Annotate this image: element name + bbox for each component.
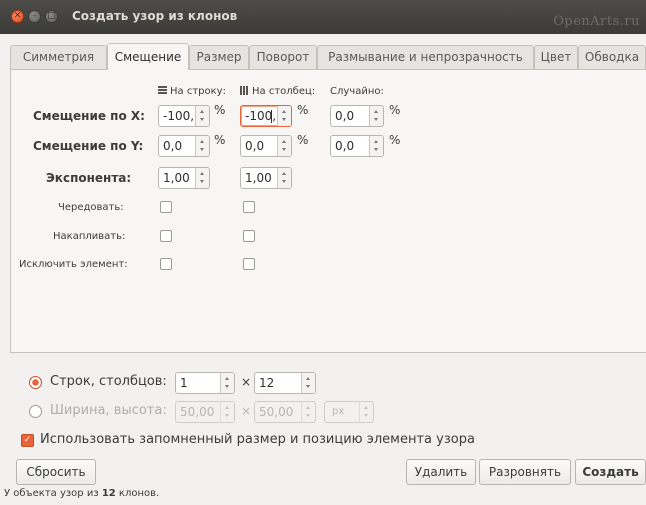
columns-icon <box>240 86 249 95</box>
tab-stroke[interactable]: Обводка <box>578 45 646 69</box>
percent-sign: % <box>297 133 309 147</box>
shift-x-label: Смещение по X: <box>33 109 145 123</box>
percent-sign: % <box>389 103 401 117</box>
exponent-per-row-spinner[interactable]: 1,00 <box>158 167 210 189</box>
window-title: Создать узор из клонов <box>72 9 238 23</box>
alternate-label: Чередовать: <box>58 202 124 213</box>
percent-sign: % <box>214 133 226 147</box>
accumulate-per-row-checkbox[interactable] <box>160 230 172 242</box>
spin-arrows-icon[interactable] <box>277 168 291 188</box>
spin-arrows-icon[interactable] <box>195 168 209 188</box>
rows-icon <box>158 86 167 95</box>
shift-y-label: Смещение по Y: <box>33 139 144 153</box>
header-random: Случайно: <box>330 86 384 97</box>
spin-arrows-icon[interactable] <box>369 136 383 156</box>
unclump-button[interactable]: Разровнять <box>479 459 571 485</box>
close-window-button[interactable]: ✕ <box>11 10 24 23</box>
percent-sign: % <box>297 103 309 117</box>
create-button[interactable]: Создать <box>575 459 646 485</box>
rows-columns-radio[interactable] <box>29 376 42 389</box>
tab-bar: Симметрия Смещение Размер Поворот Размыв… <box>0 43 646 70</box>
tab-scale[interactable]: Размер <box>189 45 249 69</box>
maximize-window-button[interactable]: □ <box>45 10 58 23</box>
width-spinner[interactable]: 50,00 <box>175 401 235 423</box>
percent-sign: % <box>214 103 226 117</box>
accumulate-per-column-checkbox[interactable] <box>243 230 255 242</box>
width-height-radio[interactable] <box>29 405 42 418</box>
shift-y-per-column-spinner[interactable]: 0,0 <box>240 135 292 157</box>
close-icon: ✕ <box>13 11 22 21</box>
percent-sign: % <box>389 133 401 147</box>
rows-spinner[interactable]: 1 <box>175 372 235 394</box>
exclude-per-row-checkbox[interactable] <box>160 258 172 270</box>
title-bar: ✕ – □ Создать узор из клонов OpenArts.ru <box>0 0 646 34</box>
use-saved-size-checkbox[interactable]: ✓ <box>21 434 34 447</box>
minimize-icon: – <box>32 11 37 21</box>
unit-selector[interactable]: px <box>324 401 374 423</box>
exponent-per-column-spinner[interactable]: 1,00 <box>240 167 292 189</box>
shift-x-per-column-spinner[interactable]: -100,( <box>240 105 292 127</box>
text-caret <box>271 110 272 123</box>
times-sign: × <box>241 375 252 389</box>
shift-y-per-row-spinner[interactable]: 0,0 <box>158 135 210 157</box>
minimize-window-button[interactable]: – <box>28 10 41 23</box>
columns-spinner[interactable]: 12 <box>254 372 316 394</box>
height-spinner[interactable]: 50,00 <box>254 401 316 423</box>
accumulate-label: Накапливать: <box>53 231 126 242</box>
spin-arrows-icon[interactable] <box>195 106 209 126</box>
shift-x-per-row-spinner[interactable]: -100,( <box>158 105 210 127</box>
maximize-icon: □ <box>47 11 56 21</box>
alternate-per-column-checkbox[interactable] <box>243 201 255 213</box>
tab-color[interactable]: Цвет <box>534 45 578 69</box>
tab-rotation[interactable]: Поворот <box>249 45 317 69</box>
times-sign: × <box>241 404 252 418</box>
shift-x-random-spinner[interactable]: 0,0 <box>330 105 384 127</box>
spin-arrows-icon[interactable] <box>301 402 315 422</box>
spin-arrows-icon[interactable] <box>301 373 315 393</box>
header-per-column: На столбец: <box>240 86 315 97</box>
tab-symmetry[interactable]: Симметрия <box>10 45 107 69</box>
alternate-per-row-checkbox[interactable] <box>160 201 172 213</box>
status-bar: У объекта узор из 12 клонов. <box>4 488 160 499</box>
spin-arrows-icon[interactable] <box>277 136 291 156</box>
header-per-row: На строку: <box>158 86 226 97</box>
rows-columns-label: Строк, столбцов: <box>50 374 167 389</box>
delete-button[interactable]: Удалить <box>406 459 476 485</box>
exponent-label: Экспонента: <box>46 171 132 185</box>
unit-dropdown-icon[interactable] <box>359 402 373 422</box>
shift-y-random-spinner[interactable]: 0,0 <box>330 135 384 157</box>
exclude-per-column-checkbox[interactable] <box>243 258 255 270</box>
clone-count: 12 <box>101 488 116 499</box>
spin-arrows-icon[interactable] <box>277 106 291 126</box>
width-height-label: Ширина, высота: <box>50 403 167 418</box>
spin-arrows-icon[interactable] <box>369 106 383 126</box>
use-saved-size-label: Использовать запомненный размер и позици… <box>40 432 475 447</box>
tab-shift[interactable]: Смещение <box>107 43 189 70</box>
watermark-logo: OpenArts.ru <box>553 14 640 29</box>
spin-arrows-icon[interactable] <box>220 402 234 422</box>
checkmark-icon: ✓ <box>23 435 32 445</box>
spin-arrows-icon[interactable] <box>220 373 234 393</box>
exclude-tile-label: Исключить элемент: <box>19 259 128 270</box>
tab-blur-opacity[interactable]: Размывание и непрозрачность <box>317 45 534 69</box>
spin-arrows-icon[interactable] <box>195 136 209 156</box>
reset-button[interactable]: Сбросить <box>16 459 96 485</box>
